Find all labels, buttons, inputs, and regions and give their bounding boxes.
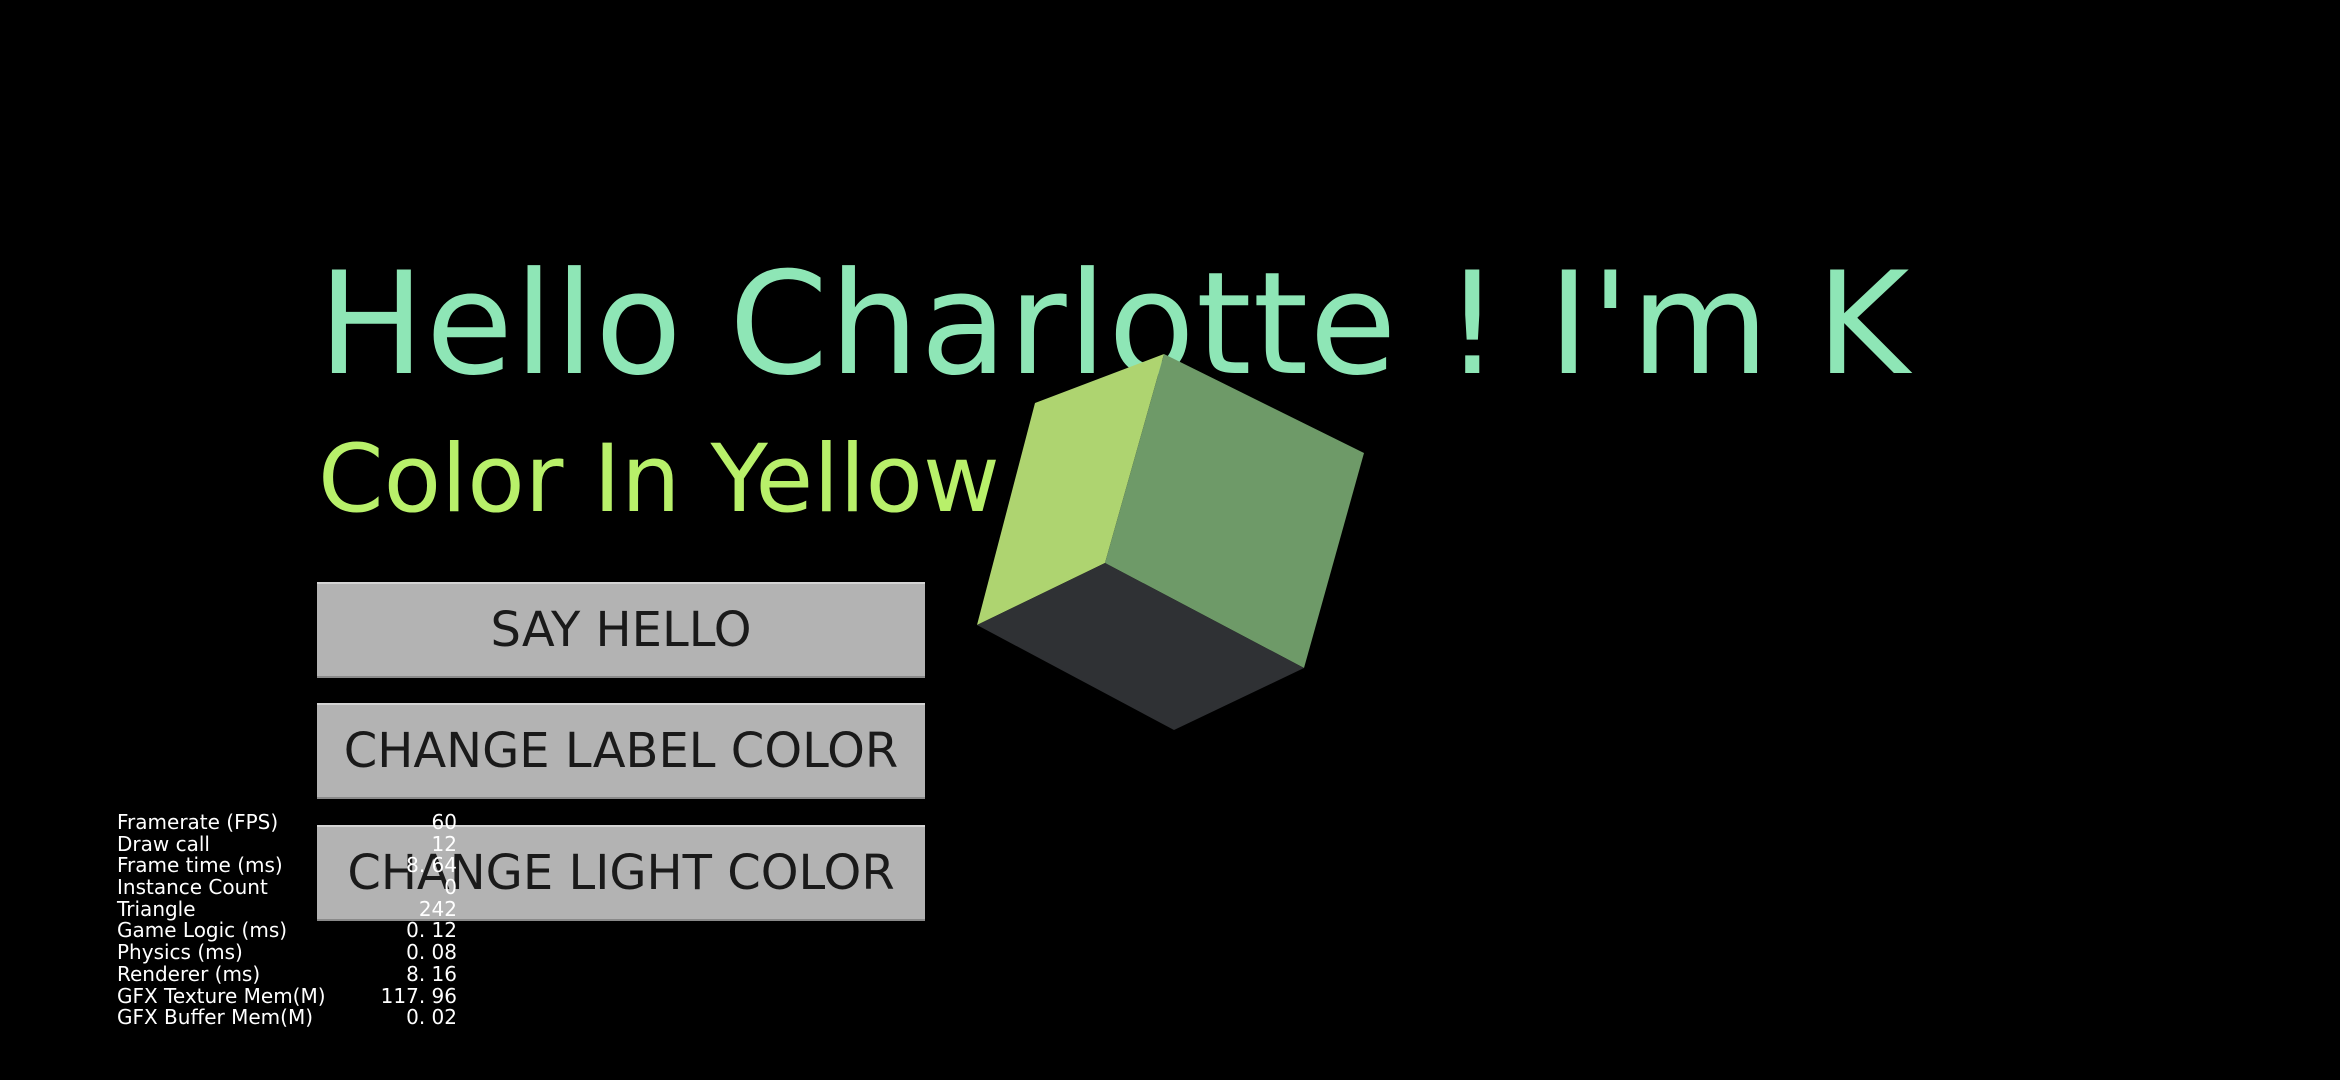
stat-row: Renderer (ms) 8. 16 <box>117 961 457 986</box>
stat-name: GFX Texture Mem(M) <box>117 983 326 1008</box>
stat-value: 60 <box>431 810 457 834</box>
stat-name: Draw call <box>117 831 210 856</box>
stat-name: Physics (ms) <box>117 940 243 965</box>
stat-row: Triangle 242 <box>117 896 457 921</box>
stat-row: GFX Texture Mem(M) 117. 96 <box>117 983 457 1008</box>
stat-row: Game Logic (ms) 0. 12 <box>117 920 457 942</box>
stat-name: Game Logic (ms) <box>117 918 288 943</box>
profiler-stats: Framerate (FPS) 60 Draw call 12 Frame ti… <box>117 810 457 1030</box>
stat-row: Instance Count 0 <box>117 875 457 900</box>
stat-value: 0 <box>444 875 457 900</box>
say-hello-button[interactable]: SAY HELLO <box>317 582 925 678</box>
rotating-cube <box>977 354 1364 730</box>
stat-value: 8. 64 <box>406 853 457 878</box>
stat-value: 242 <box>418 896 457 921</box>
stat-value: 0. 08 <box>406 940 457 965</box>
stat-name: Frame time (ms) <box>117 853 283 878</box>
stat-name: Framerate (FPS) <box>117 810 279 834</box>
stat-row: GFX Buffer Mem(M) 0. 02 <box>117 1005 457 1030</box>
stat-value: 12 <box>431 831 457 856</box>
stat-value: 117. 96 <box>380 983 457 1008</box>
stat-name: Triangle <box>117 896 196 921</box>
stat-value: 8. 16 <box>406 961 457 986</box>
stat-name: Instance Count <box>117 875 268 900</box>
stat-row: Physics (ms) 0. 08 <box>117 940 457 965</box>
game-canvas[interactable]: Hello Charlotte ! I'm K Color In Yellow … <box>0 0 2340 1080</box>
stat-name: Renderer (ms) <box>117 961 261 986</box>
stat-value: 0. 12 <box>406 918 457 943</box>
stat-row: Frame time (ms) 8. 64 <box>117 855 457 877</box>
stat-value: 0. 02 <box>406 1005 457 1030</box>
stat-row: Draw call 12 <box>117 831 457 856</box>
stat-name: GFX Buffer Mem(M) <box>117 1005 314 1030</box>
change-label-color-button[interactable]: CHANGE LABEL COLOR <box>317 703 925 799</box>
stat-row: Framerate (FPS) 60 <box>117 810 457 834</box>
